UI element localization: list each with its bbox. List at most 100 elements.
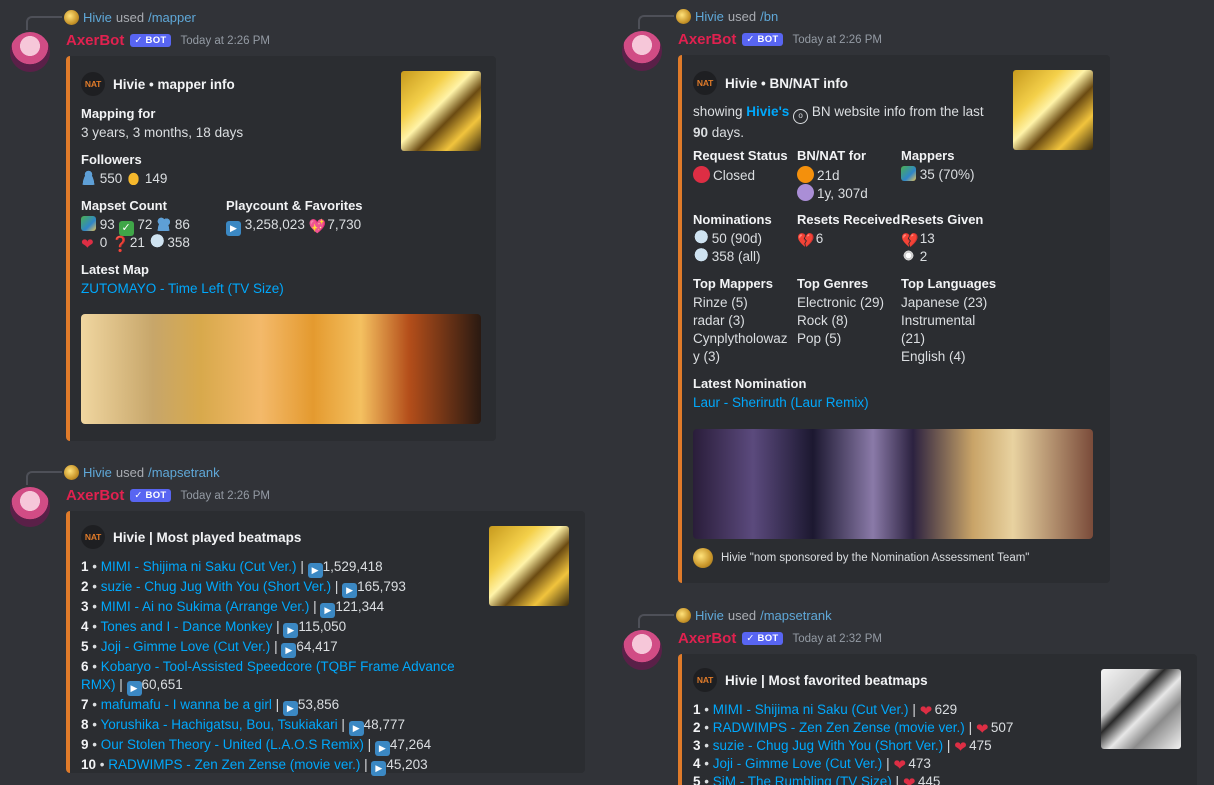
field-value-top-genres: Electronic (29) Rock (8) Pop (5) [797, 294, 884, 348]
beatmap-link[interactable]: MIMI - Shijima ni Saku (Cut Ver.) [101, 559, 297, 574]
beatmap-link[interactable]: Joji - Gimme Love (Cut Ver.) [713, 756, 883, 771]
bullet: • [88, 659, 101, 674]
bot-avatar[interactable] [10, 487, 50, 527]
embed-thumbnail[interactable] [489, 526, 569, 606]
reply-username[interactable]: Hivie [83, 10, 112, 25]
mappers-value: 35 (70%) [919, 167, 975, 182]
reply-command[interactable]: /mapsetrank [148, 465, 220, 480]
reply-username[interactable]: Hivie [83, 465, 112, 480]
timestamp[interactable]: Today at 2:26 PM [181, 35, 271, 47]
user-avatar-icon[interactable] [64, 464, 79, 480]
desc-prefix: showing [693, 104, 747, 119]
beatmap-link[interactable]: SiM - The Rumbling (TV Size) [713, 774, 892, 785]
separator: | [271, 697, 283, 712]
rank-number: 6 [81, 659, 89, 674]
bot-avatar[interactable] [622, 31, 662, 71]
bullet: • [88, 639, 101, 654]
count-value: 475 [969, 738, 992, 753]
beatmap-link[interactable]: Tones and I - Dance Monkey [101, 619, 273, 634]
timestamp[interactable]: Today at 2:32 PM [793, 633, 883, 645]
user-avatar-icon[interactable] [64, 9, 79, 25]
embed-image[interactable] [693, 429, 1093, 539]
bot-avatar[interactable] [10, 32, 50, 72]
field-value-resets-given-dqs: 2 [901, 248, 927, 266]
bot-name[interactable]: AxerBot [678, 31, 736, 48]
reply-command[interactable]: /mapsetrank [760, 608, 832, 623]
rank-number: 4 [693, 756, 701, 771]
field-value-mappers: 35 (70%) [901, 166, 975, 184]
reply-command[interactable]: /mapper [148, 10, 196, 25]
beatmap-link[interactable]: Yorushika - Hachigatsu, Bou, Tsukiakari [101, 717, 338, 732]
field-value-top-languages: Japanese (23) Instrumental (21) English … [901, 294, 987, 366]
reply-connector [638, 15, 674, 29]
rank-number: 2 [693, 720, 701, 735]
play-icon: ▶ [226, 221, 241, 236]
beatmap-link[interactable]: Joji - Gimme Love (Cut Ver.) [101, 639, 271, 654]
embed-thumbnail[interactable] [401, 71, 481, 151]
user-avatar-icon[interactable] [676, 8, 691, 24]
top-mapper-line: y (3) [693, 349, 720, 364]
reply-line[interactable]: Hivie used /bn [676, 7, 778, 25]
reply-line[interactable]: Hivie used /mapsetrank [676, 606, 832, 624]
bot-name[interactable]: AxerBot [678, 630, 736, 647]
user-icon [81, 170, 96, 185]
beatmap-link[interactable]: RADWIMPS - Zen Zen Zense (movie ver.) [713, 720, 965, 735]
timestamp[interactable]: Today at 2:26 PM [793, 34, 883, 46]
broken-heart-icon: 💔 [797, 232, 815, 248]
rank-number: 1 [81, 559, 89, 574]
top-language-line: English (4) [901, 349, 966, 364]
embed-image[interactable] [81, 314, 481, 424]
latest-nomination-link[interactable]: Laur - Sheriruth (Laur Remix) [693, 394, 869, 412]
bullet: • [700, 720, 713, 735]
reply-username[interactable]: Hivie [695, 608, 724, 623]
message-header: AxerBot ✓ BOT Today at 2:26 PM [66, 487, 270, 504]
bullet: • [88, 717, 101, 732]
reply-username[interactable]: Hivie [695, 9, 724, 24]
latest-map-link[interactable]: ZUTOMAYO - Time Left (TV Size) [81, 280, 284, 298]
followers-count: 550 [99, 171, 123, 186]
heart-icon: ❤ [81, 236, 94, 253]
top-language-line: (21) [901, 331, 926, 346]
bot-avatar[interactable] [622, 630, 662, 670]
top-language-line: Japanese (23) [901, 295, 988, 310]
count-value: 121,344 [335, 599, 385, 614]
rank-number: 7 [81, 697, 89, 712]
field-name-latest-nomination: Latest Nomination [693, 376, 807, 391]
beatmap-link[interactable]: Our Stolen Theory - United (L.A.O.S Remi… [101, 737, 364, 752]
embed-thumbnail[interactable] [1013, 70, 1093, 150]
reply-command[interactable]: /bn [760, 9, 778, 24]
mapset-pending: 93 [99, 217, 115, 232]
timestamp[interactable]: Today at 2:26 PM [181, 490, 271, 502]
desc-user-link[interactable]: Hivie's [746, 104, 789, 119]
rank-number: 5 [693, 774, 701, 785]
bot-name[interactable]: AxerBot [66, 32, 124, 49]
list-item: 5 • Joji - Gimme Love (Cut Ver.) | ▶ 64,4… [81, 638, 481, 658]
field-name-mappers: Mappers [901, 148, 955, 163]
embed-author: NAT Hivie • mapper info [81, 72, 235, 96]
user-avatar-icon[interactable] [676, 607, 691, 623]
embed-most-played: NAT Hivie | Most played beatmaps 1 • MIM… [66, 511, 585, 776]
reply-line[interactable]: Hivie used /mapper [64, 8, 196, 26]
separator: | [296, 559, 308, 574]
beatmap-link[interactable]: RADWIMPS - Zen Zen Zense (movie ver.) [108, 757, 360, 772]
count-value: 115,050 [298, 619, 347, 634]
beatmap-link[interactable]: MIMI - Ai no Sukima (Arrange Ver.) [101, 599, 310, 614]
bot-name[interactable]: AxerBot [66, 487, 124, 504]
list-item: 2 • suzie - Chug Jug With You (Short Ver… [81, 578, 481, 598]
beatmap-link[interactable]: suzie - Chug Jug With You (Short Ver.) [713, 738, 943, 753]
reply-line[interactable]: Hivie used /mapsetrank [64, 463, 220, 481]
subscribers-count: 149 [144, 171, 168, 186]
top-language-line: Instrumental [901, 313, 976, 328]
top-genre-line: Rock (8) [797, 313, 849, 328]
embed-thumbnail[interactable] [1101, 669, 1181, 749]
beatmap-link[interactable]: suzie - Chug Jug With You (Short Ver.) [101, 579, 331, 594]
beatmap-link[interactable]: MIMI - Shijima ni Saku (Cut Ver.) [713, 702, 909, 717]
separator: | [964, 720, 976, 735]
bullet: • [88, 579, 101, 594]
playcount-value: 3,258,023 [244, 217, 305, 232]
message-most-favorited: Hivie used /mapsetrank AxerBot ✓ BOT Tod… [612, 607, 1214, 785]
separator: | [272, 619, 284, 634]
field-value-mapping-for: 3 years, 3 months, 18 days [81, 125, 244, 140]
field-name-top-languages: Top Languages [901, 276, 997, 291]
beatmap-link[interactable]: mafumafu - I wanna be a girl [101, 697, 272, 712]
